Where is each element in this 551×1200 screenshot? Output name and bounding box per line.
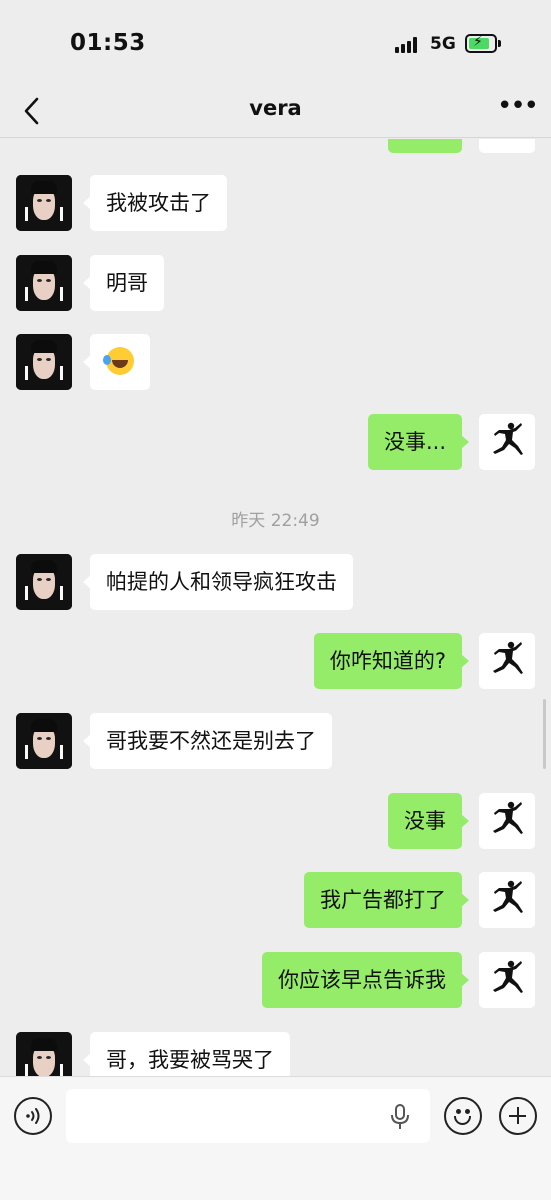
smiley-icon [456,1109,461,1114]
scrollbar[interactable] [543,699,546,769]
message-bubble-outgoing[interactable] [388,139,462,153]
signal-icon [395,37,421,53]
avatar-self[interactable] [479,139,535,153]
message-bubble-outgoing[interactable]: 我广告都打了 [304,872,469,928]
message-timestamp: 昨天 22:49 [231,511,320,531]
status-bar: 01:53 5G ⚡ [0,0,551,88]
message-input[interactable] [66,1089,430,1143]
message-bubble-outgoing[interactable]: 没事... [367,414,470,470]
nav-bar: vera ••• [0,88,551,138]
message-bubble-incoming[interactable]: 哥我要不然还是别去了 [83,713,332,769]
message-bubble-outgoing[interactable]: 你应该早点告诉我 [262,952,469,1008]
more-button[interactable]: ••• [497,93,539,128]
microphone-icon[interactable] [388,1104,412,1130]
avatar-contact[interactable] [16,255,72,311]
avatar-contact[interactable] [16,175,72,231]
voice-toggle-button[interactable] [14,1097,52,1135]
avatar-self[interactable] [479,952,535,1008]
more-dots-icon: ••• [497,91,539,121]
jumpman-logo-icon [493,960,523,993]
rolling-laughing-emoji-icon [103,347,134,375]
message-bubble-incoming[interactable]: 我被攻击了 [83,175,227,231]
more-functions-button[interactable] [499,1097,537,1135]
avatar-contact[interactable] [16,1032,72,1076]
message-bubble-outgoing[interactable]: 没事 [388,793,469,849]
avatar-self[interactable] [479,633,535,689]
jumpman-logo-icon [485,139,529,147]
message-bubble-incoming[interactable]: 哥，我要被骂哭了 [83,1032,290,1076]
jumpman-logo-icon [493,801,523,834]
battery-icon: ⚡ [465,34,501,53]
chat-title: vera [249,96,302,120]
avatar-self[interactable] [479,414,535,470]
avatar-contact[interactable] [16,334,72,390]
input-bar [0,1076,551,1200]
message-bubble-incoming[interactable]: 帕提的人和领导疯狂攻击 [83,554,353,610]
message-bubble-incoming[interactable] [83,334,150,390]
avatar-self[interactable] [479,793,535,849]
status-time: 01:53 [70,30,146,56]
message-bubble-incoming[interactable]: 明哥 [83,255,164,311]
avatar-self[interactable] [479,872,535,928]
emoji-button[interactable] [444,1097,482,1135]
voice-wave-icon [26,1108,40,1124]
message-bubble-outgoing[interactable]: 你咋知道的? [313,633,470,689]
avatar-contact[interactable] [16,713,72,769]
network-type: 5G [430,34,456,54]
chat-area[interactable]: 我被攻击了 明哥 没事... 昨天 22:49 帕提的人和领导疯狂攻击 你咋知道… [0,139,551,1076]
jumpman-logo-icon [493,422,523,455]
jumpman-logo-icon [493,641,523,674]
jumpman-logo-icon [493,880,523,913]
avatar-contact[interactable] [16,554,72,610]
